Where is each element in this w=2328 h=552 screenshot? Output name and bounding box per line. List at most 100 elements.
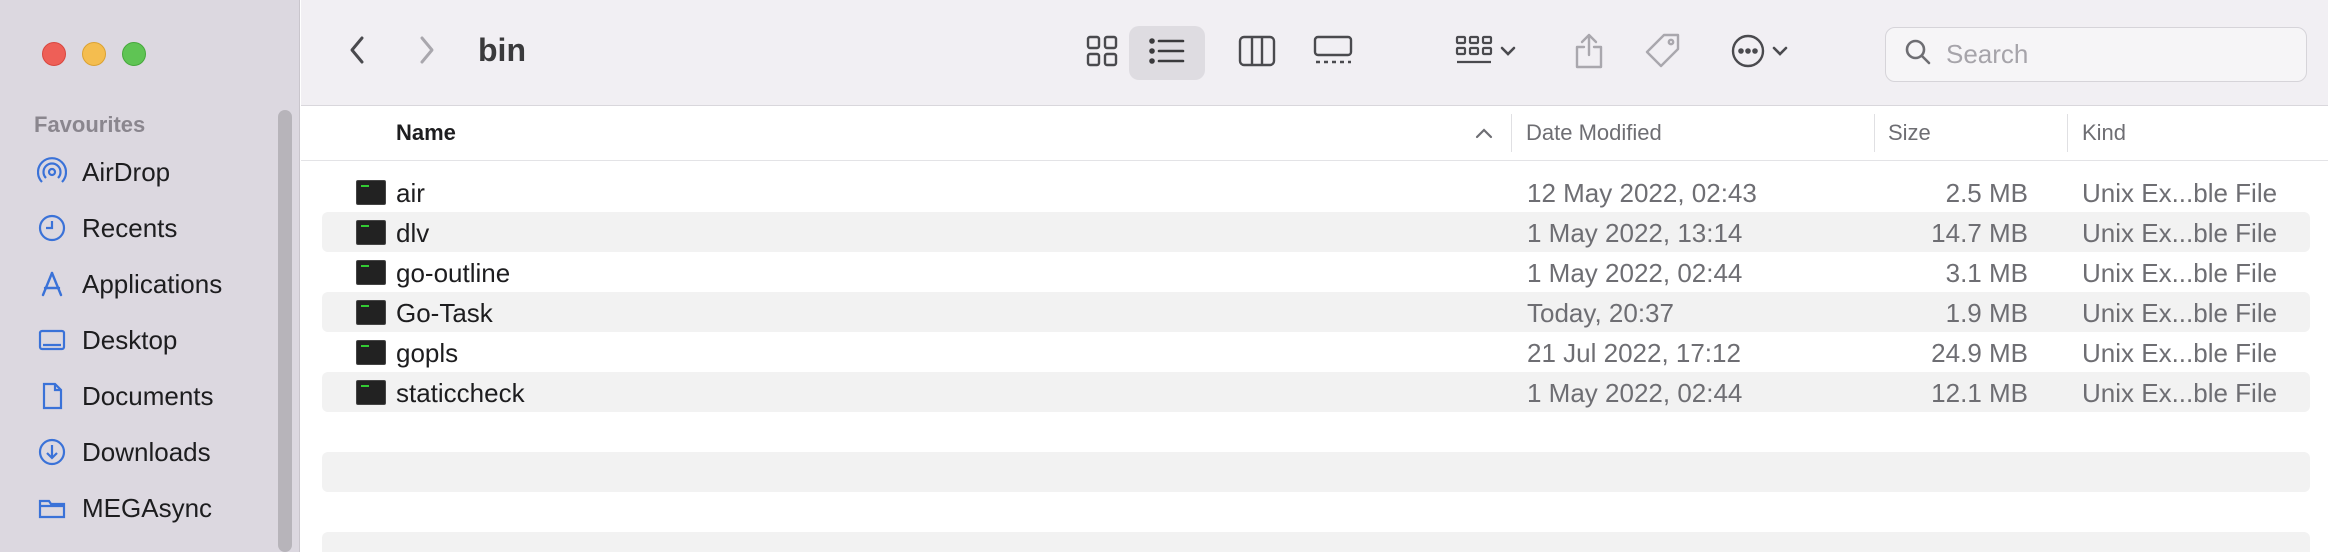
ellipsis-circle-icon <box>1730 33 1766 74</box>
sidebar-item-applications[interactable]: Applications <box>34 256 274 312</box>
chevron-down-icon <box>1500 44 1516 62</box>
sidebar-item-label: Applications <box>82 268 223 299</box>
file-name: gopls <box>396 338 459 368</box>
applications-icon <box>34 266 70 302</box>
file-date-modified: 21 Jul 2022, 17:12 <box>1527 338 1741 368</box>
chevron-right-icon <box>417 35 437 70</box>
file-date-modified: Today, 20:37 <box>1527 298 1674 328</box>
file-name: staticcheck <box>396 378 525 408</box>
sidebar-item-recents[interactable]: Recents <box>34 200 274 256</box>
columns-icon <box>1238 35 1276 72</box>
file-kind: Unix Ex...ble File <box>2082 178 2278 208</box>
zoom-window-button[interactable] <box>122 42 146 66</box>
file-kind: Unix Ex...ble File <box>2082 298 2278 328</box>
search-field[interactable] <box>1885 27 2307 82</box>
sidebar-list: AirDrop Recents Applications Desktop Doc… <box>34 144 274 536</box>
terminal-executable-icon <box>356 220 386 245</box>
file-name: air <box>396 178 425 208</box>
list-view-button[interactable] <box>1129 26 1205 80</box>
sidebar-scrollbar[interactable] <box>278 110 292 552</box>
file-date-modified: 1 May 2022, 02:44 <box>1527 378 1743 408</box>
column-header-date-modified[interactable]: Date Modified <box>1526 120 1662 146</box>
column-divider[interactable] <box>1874 114 1875 152</box>
file-size: 2.5 MB <box>1945 178 2028 208</box>
sidebar-item-label: Recents <box>82 212 178 243</box>
file-kind: Unix Ex...ble File <box>2082 258 2278 288</box>
more-actions-button[interactable] <box>1717 26 1801 80</box>
file-kind: Unix Ex...ble File <box>2082 338 2278 368</box>
icon-view-button[interactable] <box>1066 26 1138 80</box>
column-header-size[interactable]: Size <box>1888 120 1931 146</box>
file-kind: Unix Ex...ble File <box>2082 218 2278 248</box>
download-icon <box>34 434 70 470</box>
file-date-modified: 1 May 2022, 02:44 <box>1527 258 1743 288</box>
empty-row-stripe <box>322 532 2310 552</box>
folder-icon <box>34 490 70 526</box>
chevron-left-icon <box>347 35 367 70</box>
close-window-button[interactable] <box>42 42 66 66</box>
file-size: 12.1 MB <box>1931 378 2028 408</box>
sidebar: Favourites AirDrop Recents Applications … <box>0 0 300 552</box>
file-name: Go-Task <box>396 298 493 328</box>
column-divider[interactable] <box>1511 114 1512 152</box>
forward-button[interactable] <box>407 32 447 72</box>
sidebar-item-label: Desktop <box>82 324 178 355</box>
share-icon <box>1573 32 1605 75</box>
file-kind: Unix Ex...ble File <box>2082 378 2278 408</box>
terminal-executable-icon <box>356 300 386 325</box>
sidebar-item-documents[interactable]: Documents <box>34 368 274 424</box>
sidebar-item-downloads[interactable]: Downloads <box>34 424 274 480</box>
file-size: 1.9 MB <box>1945 298 2028 328</box>
gallery-view-button[interactable] <box>1297 26 1369 80</box>
empty-row-stripe <box>322 452 2310 492</box>
group-button[interactable] <box>1443 26 1527 80</box>
column-header-kind[interactable]: Kind <box>2082 120 2126 146</box>
file-row[interactable]: go-outline 1 May 2022, 02:44 3.1 MB Unix… <box>322 252 2310 292</box>
file-row[interactable]: gopls 21 Jul 2022, 17:12 24.9 MB Unix Ex… <box>322 332 2310 372</box>
window-title: bin <box>478 32 526 68</box>
sidebar-item-megasync[interactable]: MEGAsync <box>34 480 274 536</box>
file-name: dlv <box>396 218 430 248</box>
tag-button[interactable] <box>1631 26 1695 80</box>
terminal-executable-icon <box>356 180 386 205</box>
terminal-executable-icon <box>356 380 386 405</box>
sidebar-item-label: AirDrop <box>82 156 171 187</box>
share-button[interactable] <box>1557 26 1621 80</box>
grid-icon <box>1085 34 1119 73</box>
desktop-icon <box>34 322 70 358</box>
sidebar-item-desktop[interactable]: Desktop <box>34 312 274 368</box>
terminal-executable-icon <box>356 260 386 285</box>
sidebar-item-label: Documents <box>82 380 214 411</box>
file-row[interactable]: Go-Task Today, 20:37 1.9 MB Unix Ex...bl… <box>322 292 2310 332</box>
search-input[interactable] <box>1946 39 2306 70</box>
file-size: 3.1 MB <box>1945 258 2028 288</box>
file-list: air 12 May 2022, 02:43 2.5 MB Unix Ex...… <box>322 172 2310 412</box>
minimize-window-button[interactable] <box>82 42 106 66</box>
list-icon <box>1148 36 1186 71</box>
terminal-executable-icon <box>356 340 386 365</box>
toolbar: bin <box>301 0 2328 106</box>
column-divider[interactable] <box>2067 114 2068 152</box>
file-row[interactable]: air 12 May 2022, 02:43 2.5 MB Unix Ex...… <box>322 172 2310 212</box>
sidebar-item-label: MEGAsync <box>82 492 213 523</box>
file-row[interactable]: staticcheck 1 May 2022, 02:44 12.1 MB Un… <box>322 372 2310 412</box>
file-date-modified: 12 May 2022, 02:43 <box>1527 178 1757 208</box>
tag-icon <box>1644 32 1682 75</box>
file-row[interactable]: dlv 1 May 2022, 13:14 14.7 MB Unix Ex...… <box>322 212 2310 252</box>
search-icon <box>1904 38 1932 71</box>
clock-icon <box>34 210 70 246</box>
chevron-down-icon <box>1772 44 1788 62</box>
document-icon <box>34 378 70 414</box>
sidebar-item-airdrop[interactable]: AirDrop <box>34 144 274 200</box>
back-button[interactable] <box>337 32 377 72</box>
sort-ascending-icon[interactable] <box>1475 126 1493 144</box>
sidebar-item-label: Downloads <box>82 436 211 467</box>
airdrop-icon <box>34 154 70 190</box>
file-date-modified: 1 May 2022, 13:14 <box>1527 218 1743 248</box>
column-view-button[interactable] <box>1221 26 1293 80</box>
file-size: 14.7 MB <box>1931 218 2028 248</box>
gallery-icon <box>1313 35 1353 72</box>
group-icon <box>1454 34 1494 73</box>
column-header-name[interactable]: Name <box>396 120 456 146</box>
column-header: Name Date Modified Size Kind <box>301 106 2328 161</box>
